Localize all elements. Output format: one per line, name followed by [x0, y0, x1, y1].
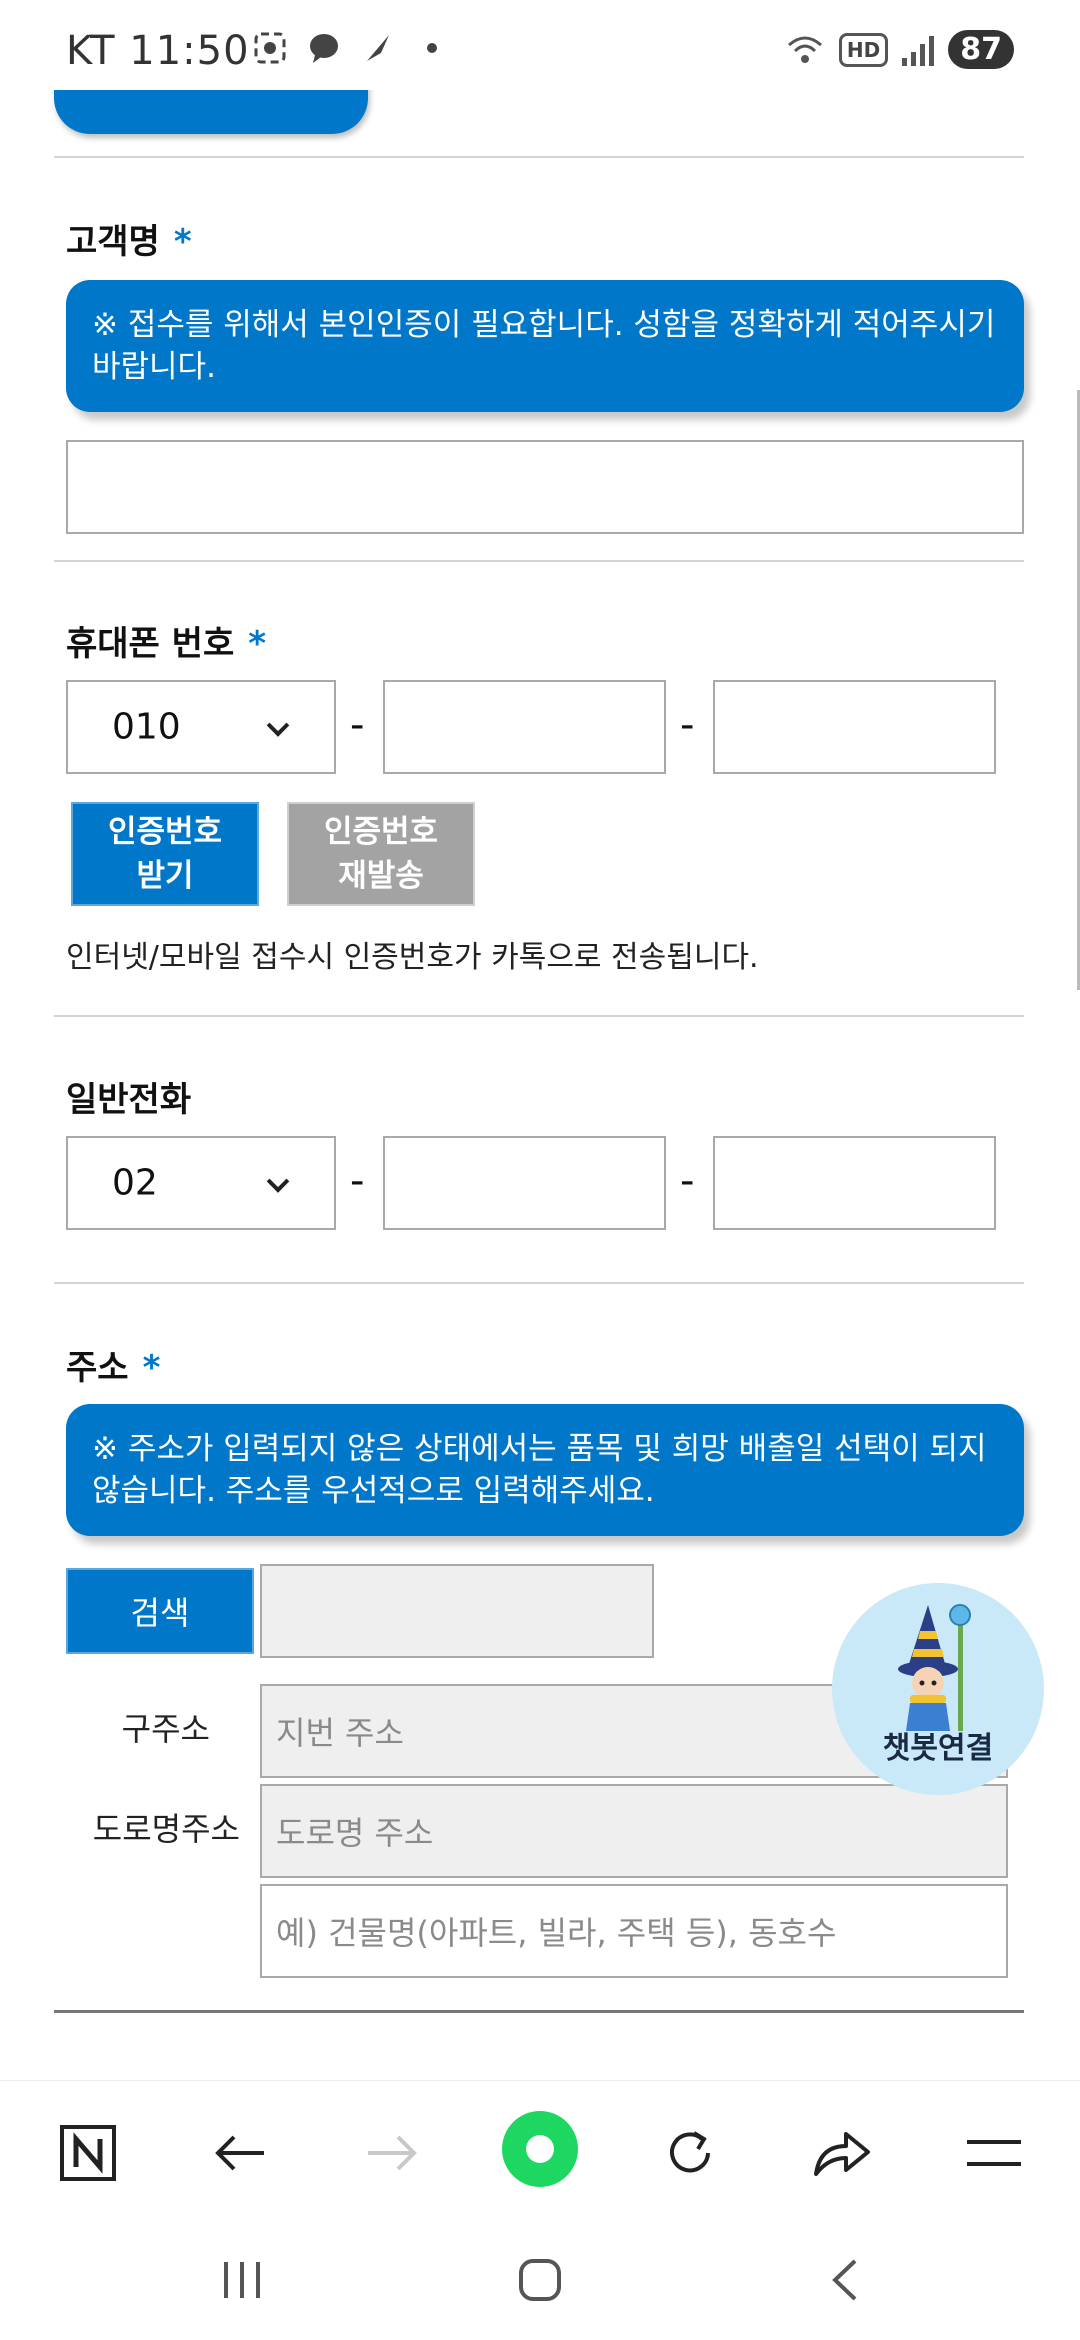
road-address-label: 도로명주소	[92, 1810, 240, 1848]
browser-toolbar	[0, 2080, 1080, 2220]
required-mark: *	[248, 624, 267, 664]
dash: -	[680, 702, 695, 748]
status-carrier-time: KT 11:50	[66, 28, 250, 74]
required-mark: *	[173, 222, 192, 262]
menu-icon[interactable]	[962, 2121, 1026, 2185]
top-partial-button[interactable]	[54, 90, 368, 134]
back-button-icon[interactable]	[812, 2248, 876, 2312]
chatbot-label: 챗봇연결	[882, 1731, 994, 1766]
wifi-icon	[785, 32, 825, 68]
divider	[54, 560, 1024, 562]
notification-icons	[250, 30, 452, 66]
mobile-helper-text: 인터넷/모바일 접수시 인증번호가 카톡으로 전송됩니다.	[66, 940, 759, 975]
phone-middle-input[interactable]	[383, 1136, 666, 1230]
battery-indicator: 87	[948, 30, 1014, 69]
resend-verification-code-button[interactable]: 인증번호 재발송	[287, 802, 475, 906]
naver-n-icon[interactable]	[56, 2121, 120, 2185]
address-label: 주소 *	[66, 1348, 161, 1388]
dot-icon	[412, 30, 452, 66]
chatbot-button[interactable]: 챗봇연결	[832, 1583, 1044, 1795]
address-detail-input[interactable]: 예) 건물명(아파트, 빌라, 주택 등), 동호수	[260, 1884, 1008, 1978]
phone-label: 일반전화	[66, 1080, 192, 1120]
divider	[54, 1015, 1024, 1017]
talk-icon	[304, 30, 344, 66]
zipcode-input[interactable]	[260, 1564, 654, 1658]
road-address-input[interactable]: 도로명 주소	[260, 1784, 1008, 1878]
dash: -	[350, 702, 365, 748]
mobile-middle-input[interactable]	[383, 680, 666, 774]
mobile-label: 휴대폰 번호 *	[66, 624, 267, 664]
forward-arrow-icon[interactable]	[360, 2121, 424, 2185]
address-detail-placeholder: 예) 건물명(아파트, 빌라, 주택 등), 동호수	[276, 1914, 837, 1952]
chevron-down-icon	[266, 714, 290, 737]
wizard-mascot-icon	[898, 1604, 971, 1731]
screenshot-icon	[250, 30, 290, 66]
mobile-prefix-value: 010	[112, 706, 181, 748]
phone-prefix-value: 02	[112, 1162, 158, 1204]
old-address-placeholder: 지번 주소	[276, 1714, 404, 1752]
recent-apps-icon[interactable]	[210, 2248, 274, 2312]
mobile-prefix-select[interactable]: 010	[66, 680, 336, 774]
address-notice: ※ 주소가 입력되지 않은 상태에서는 품목 및 희망 배출일 선택이 되지 않…	[66, 1404, 1024, 1536]
home-button-icon[interactable]	[508, 2248, 572, 2312]
share-icon[interactable]	[810, 2121, 874, 2185]
road-address-placeholder: 도로명 주소	[276, 1814, 434, 1852]
customer-notice: ※ 접수를 위해서 본인인증이 필요합니다. 성함을 정확하게 적어주시기 바랍…	[66, 280, 1024, 412]
system-icons: HD 87	[785, 30, 1014, 69]
phone-last-input[interactable]	[713, 1136, 996, 1230]
hd-badge: HD	[838, 32, 889, 67]
divider	[54, 2010, 1024, 2013]
signal-icon	[902, 34, 935, 66]
home-circle-icon[interactable]	[500, 2109, 580, 2189]
dash: -	[680, 1158, 695, 1204]
dash: -	[350, 1158, 365, 1204]
divider	[54, 1282, 1024, 1284]
address-search-button[interactable]: 검색	[66, 1568, 254, 1654]
refresh-icon[interactable]	[658, 2121, 722, 2185]
customer-name-label: 고객명 *	[66, 222, 192, 262]
get-verification-code-button[interactable]: 인증번호 받기	[71, 802, 259, 906]
back-arrow-icon[interactable]	[208, 2121, 272, 2185]
customer-name-input[interactable]	[66, 440, 1024, 534]
mobile-last-input[interactable]	[713, 680, 996, 774]
old-address-label: 구주소	[121, 1710, 210, 1748]
feather-icon	[358, 30, 398, 66]
required-mark: *	[142, 1348, 161, 1388]
system-navigation-bar	[0, 2220, 1080, 2340]
status-bar: KT 11:50 HD 87	[0, 0, 1080, 90]
chevron-down-icon	[266, 1170, 290, 1193]
carrier: KT	[66, 28, 116, 74]
divider	[54, 156, 1024, 158]
phone-prefix-select[interactable]: 02	[66, 1136, 336, 1230]
clock: 11:50	[129, 28, 250, 74]
